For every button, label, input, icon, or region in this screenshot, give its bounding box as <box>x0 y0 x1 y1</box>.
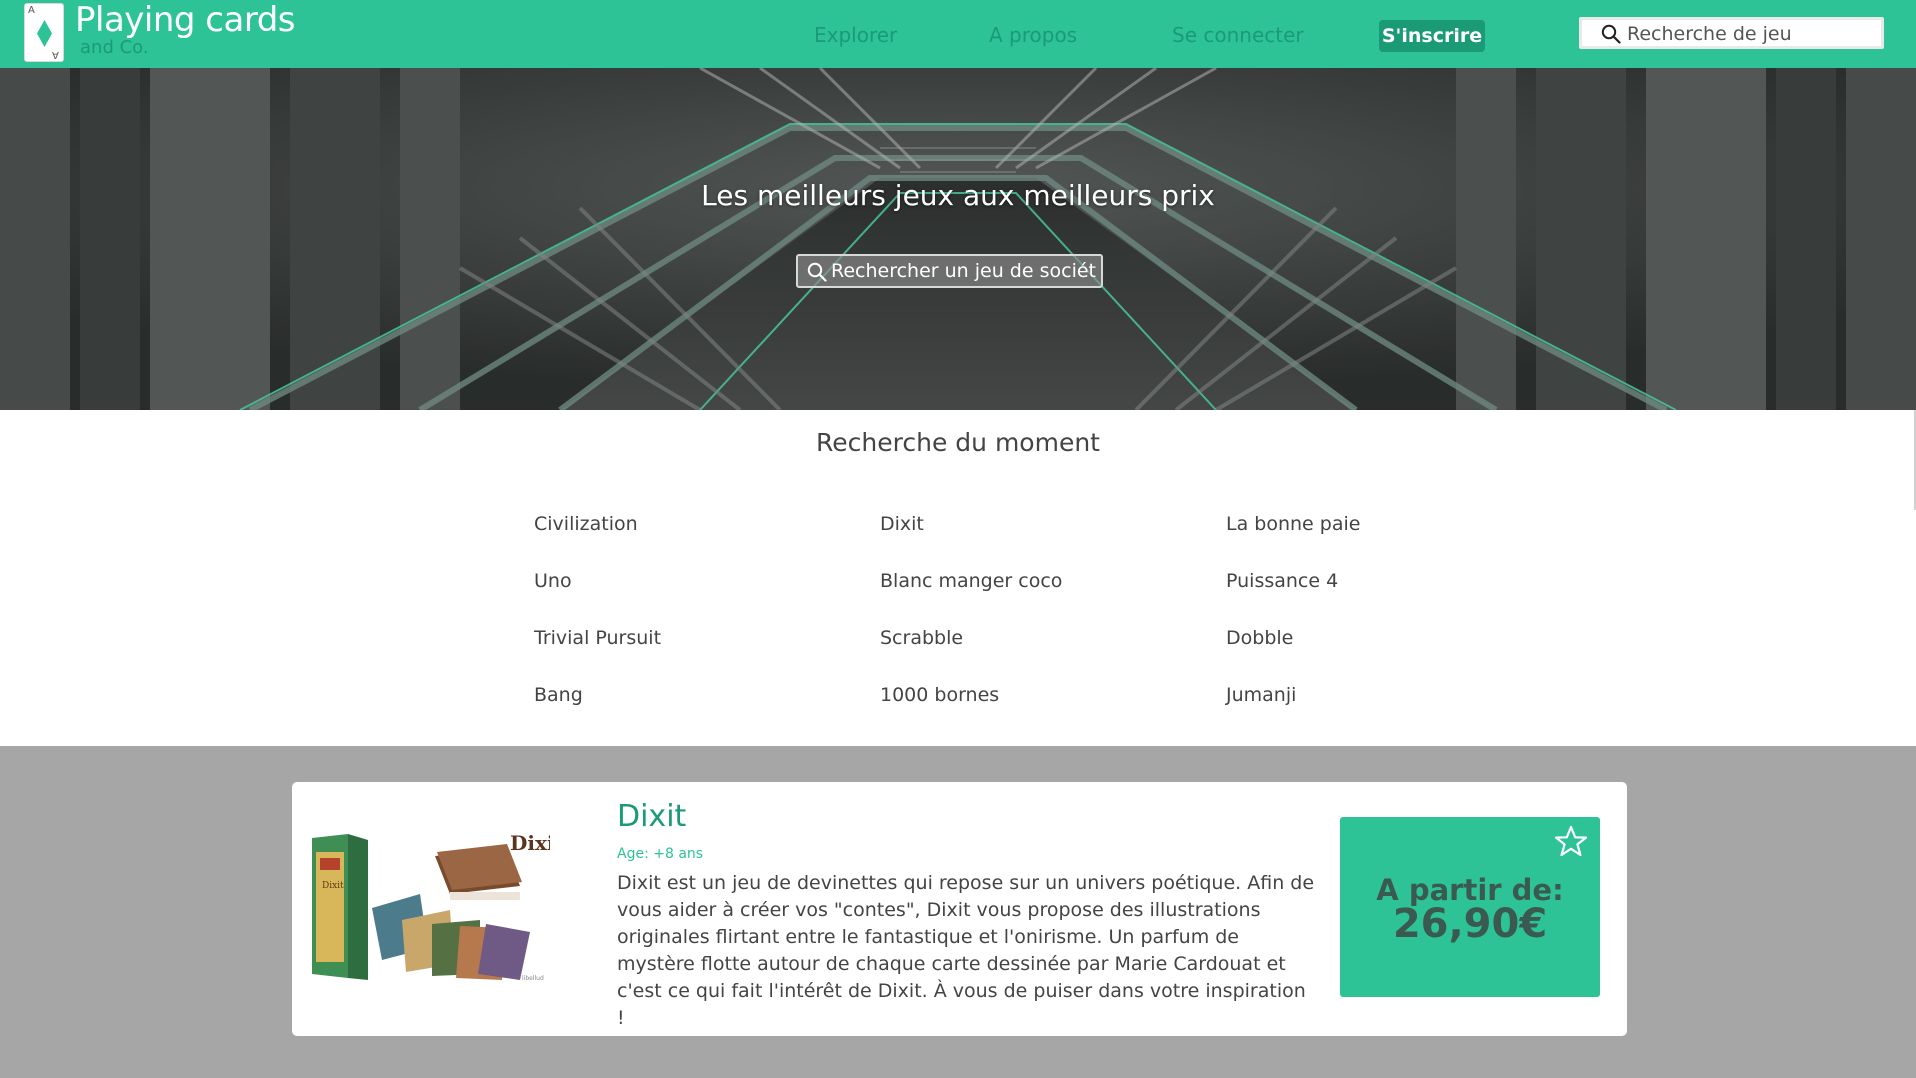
header-search-box[interactable] <box>1579 17 1884 49</box>
star-icon[interactable] <box>1554 825 1588 859</box>
product-description: Dixit est un jeu de devinettes qui repos… <box>617 872 1315 1029</box>
hero-search-box[interactable] <box>796 254 1103 288</box>
card-corner-top: A <box>28 5 35 16</box>
nav-about-link[interactable]: A propos <box>989 23 1077 47</box>
hero-title: Les meilleurs jeux aux meilleurs prix <box>701 179 1215 212</box>
trending-item[interactable]: Blanc manger coco <box>880 570 1062 592</box>
product-image[interactable]: Dixit Dixit libellud <box>310 828 550 988</box>
trending-item[interactable]: Dobble <box>1226 627 1293 649</box>
product-age: Age: +8 ans <box>617 846 704 862</box>
hero-banner: Les meilleurs jeux aux meilleurs prix <box>0 68 1916 410</box>
brand-title[interactable]: Playing cards <box>75 0 296 40</box>
diamond-icon <box>37 20 52 47</box>
hero-background-image <box>0 68 1916 410</box>
search-icon <box>1601 24 1621 44</box>
trending-item[interactable]: Uno <box>534 570 572 592</box>
brand-subtitle: and Co. <box>80 37 149 58</box>
price-box[interactable]: A partir de: 26,90€ <box>1340 817 1600 997</box>
search-icon <box>807 262 827 282</box>
header-search-input[interactable] <box>1627 21 1877 47</box>
trending-title: Recherche du moment <box>816 428 1100 457</box>
hero-search-input[interactable] <box>831 259 1096 283</box>
logo-card-icon[interactable]: A A <box>24 3 64 62</box>
trending-item[interactable]: Puissance 4 <box>1226 570 1338 592</box>
trending-item[interactable]: Trivial Pursuit <box>534 627 661 649</box>
product-name[interactable]: Dixit <box>617 799 686 834</box>
price-value: 26,90€ <box>1392 901 1548 947</box>
publisher-label: libellud <box>522 975 544 982</box>
trending-section: Recherche du moment Civilization Uno Tri… <box>0 410 1916 746</box>
trending-item[interactable]: Dixit <box>880 513 924 535</box>
signup-button[interactable]: S'inscrire <box>1379 20 1485 52</box>
trending-item[interactable]: Civilization <box>534 513 638 535</box>
product-image-logo: Dixit <box>510 831 550 855</box>
nav-explorer-link[interactable]: Explorer <box>814 23 897 47</box>
trending-item[interactable]: La bonne paie <box>1226 513 1360 535</box>
trending-item[interactable]: 1000 bornes <box>880 684 999 706</box>
product-box-logo: Dixit <box>322 881 344 891</box>
product-card[interactable]: Dixit Dixit libellud Dixit Age: +8 ans D… <box>292 782 1627 1036</box>
card-corner-bottom: A <box>52 49 59 60</box>
trending-item[interactable]: Jumanji <box>1226 684 1296 706</box>
trending-item[interactable]: Scrabble <box>880 627 963 649</box>
trending-item[interactable]: Bang <box>534 684 583 706</box>
nav-login-link[interactable]: Se connecter <box>1172 23 1304 47</box>
top-header: A A Playing cards and Co. Explorer A pro… <box>0 0 1916 68</box>
